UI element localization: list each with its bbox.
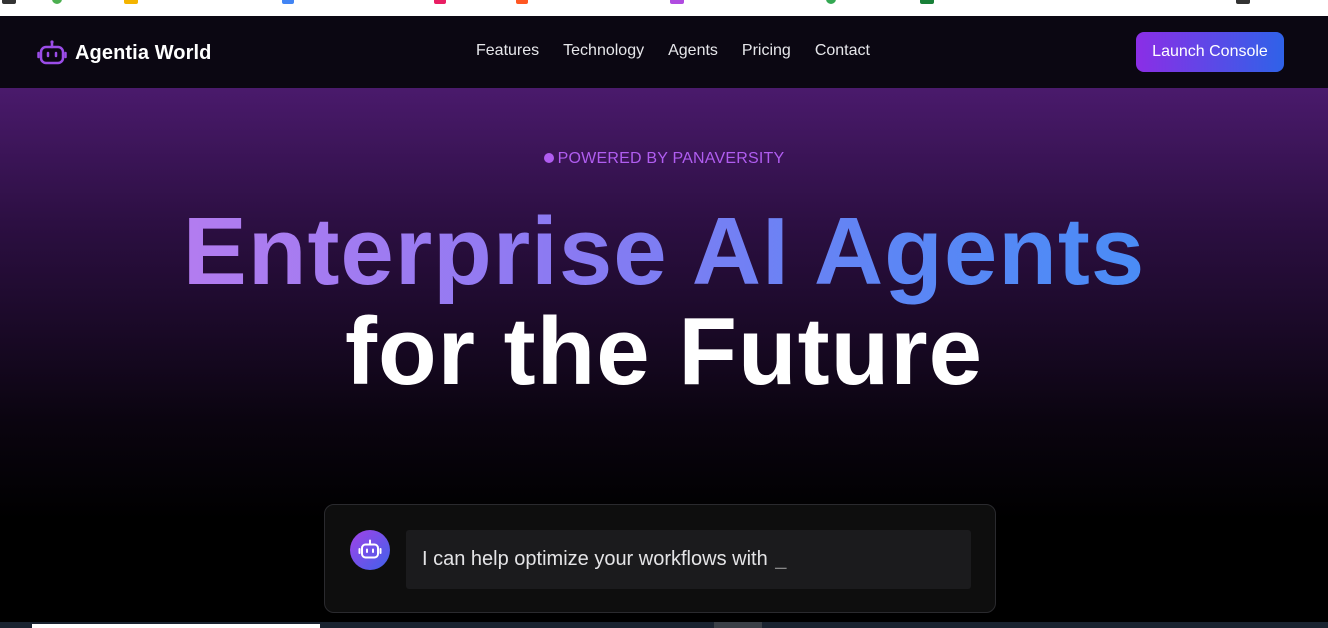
bookmark-icon[interactable] xyxy=(434,0,446,4)
hero-headline-line1: Enterprise AI Agents xyxy=(0,200,1328,304)
chat-preview-card: I can help optimize your workflows with … xyxy=(324,504,996,613)
robot-icon xyxy=(358,539,382,559)
taskbar-edge xyxy=(0,622,1328,628)
hero-headline-gradient-text: Enterprise AI Agents xyxy=(182,198,1146,305)
chat-message-text: I can help optimize your workflows with xyxy=(422,548,774,570)
bookmark-icon[interactable] xyxy=(670,0,684,4)
bookmark-icon[interactable] xyxy=(282,0,294,4)
hero-section: POWERED BY PANAVERSITY Enterprise AI Age… xyxy=(0,88,1328,628)
bookmark-icon[interactable] xyxy=(920,0,934,4)
bookmark-icon[interactable] xyxy=(124,0,138,4)
bookmark-icon[interactable] xyxy=(1236,0,1250,4)
taskbar-item[interactable] xyxy=(714,622,762,628)
hero-headline-line2: for the Future xyxy=(345,298,983,405)
powered-by-badge: POWERED BY PANAVERSITY xyxy=(0,150,1328,168)
nav-link-technology[interactable]: Technology xyxy=(563,42,644,60)
nav-link-agents[interactable]: Agents xyxy=(668,42,718,60)
main-nav: Features Technology Agents Pricing Conta… xyxy=(476,42,894,60)
status-dot-icon xyxy=(543,153,554,163)
nav-link-features[interactable]: Features xyxy=(476,42,539,60)
robot-icon xyxy=(37,40,67,66)
nav-link-pricing[interactable]: Pricing xyxy=(742,42,791,60)
taskbar-item[interactable] xyxy=(32,624,320,628)
brand-name: Agentia World xyxy=(75,41,212,64)
assistant-avatar xyxy=(350,530,390,570)
bookmark-icon[interactable] xyxy=(516,0,528,4)
bookmark-icon[interactable] xyxy=(826,0,836,4)
browser-bookmarks-bar xyxy=(0,0,1328,16)
apps-icon[interactable] xyxy=(2,0,16,4)
brand-logo[interactable]: Agentia World xyxy=(37,40,212,66)
powered-by-text: POWERED BY PANAVERSITY xyxy=(557,150,785,167)
nav-link-contact[interactable]: Contact xyxy=(815,42,870,60)
top-navbar: Agentia World Features Technology Agents… xyxy=(0,16,1328,88)
chat-message-bubble: I can help optimize your workflows with … xyxy=(406,530,971,589)
launch-console-button[interactable]: Launch Console xyxy=(1136,32,1284,72)
typing-cursor: _ xyxy=(775,548,787,570)
bookmark-icon[interactable] xyxy=(52,0,62,4)
